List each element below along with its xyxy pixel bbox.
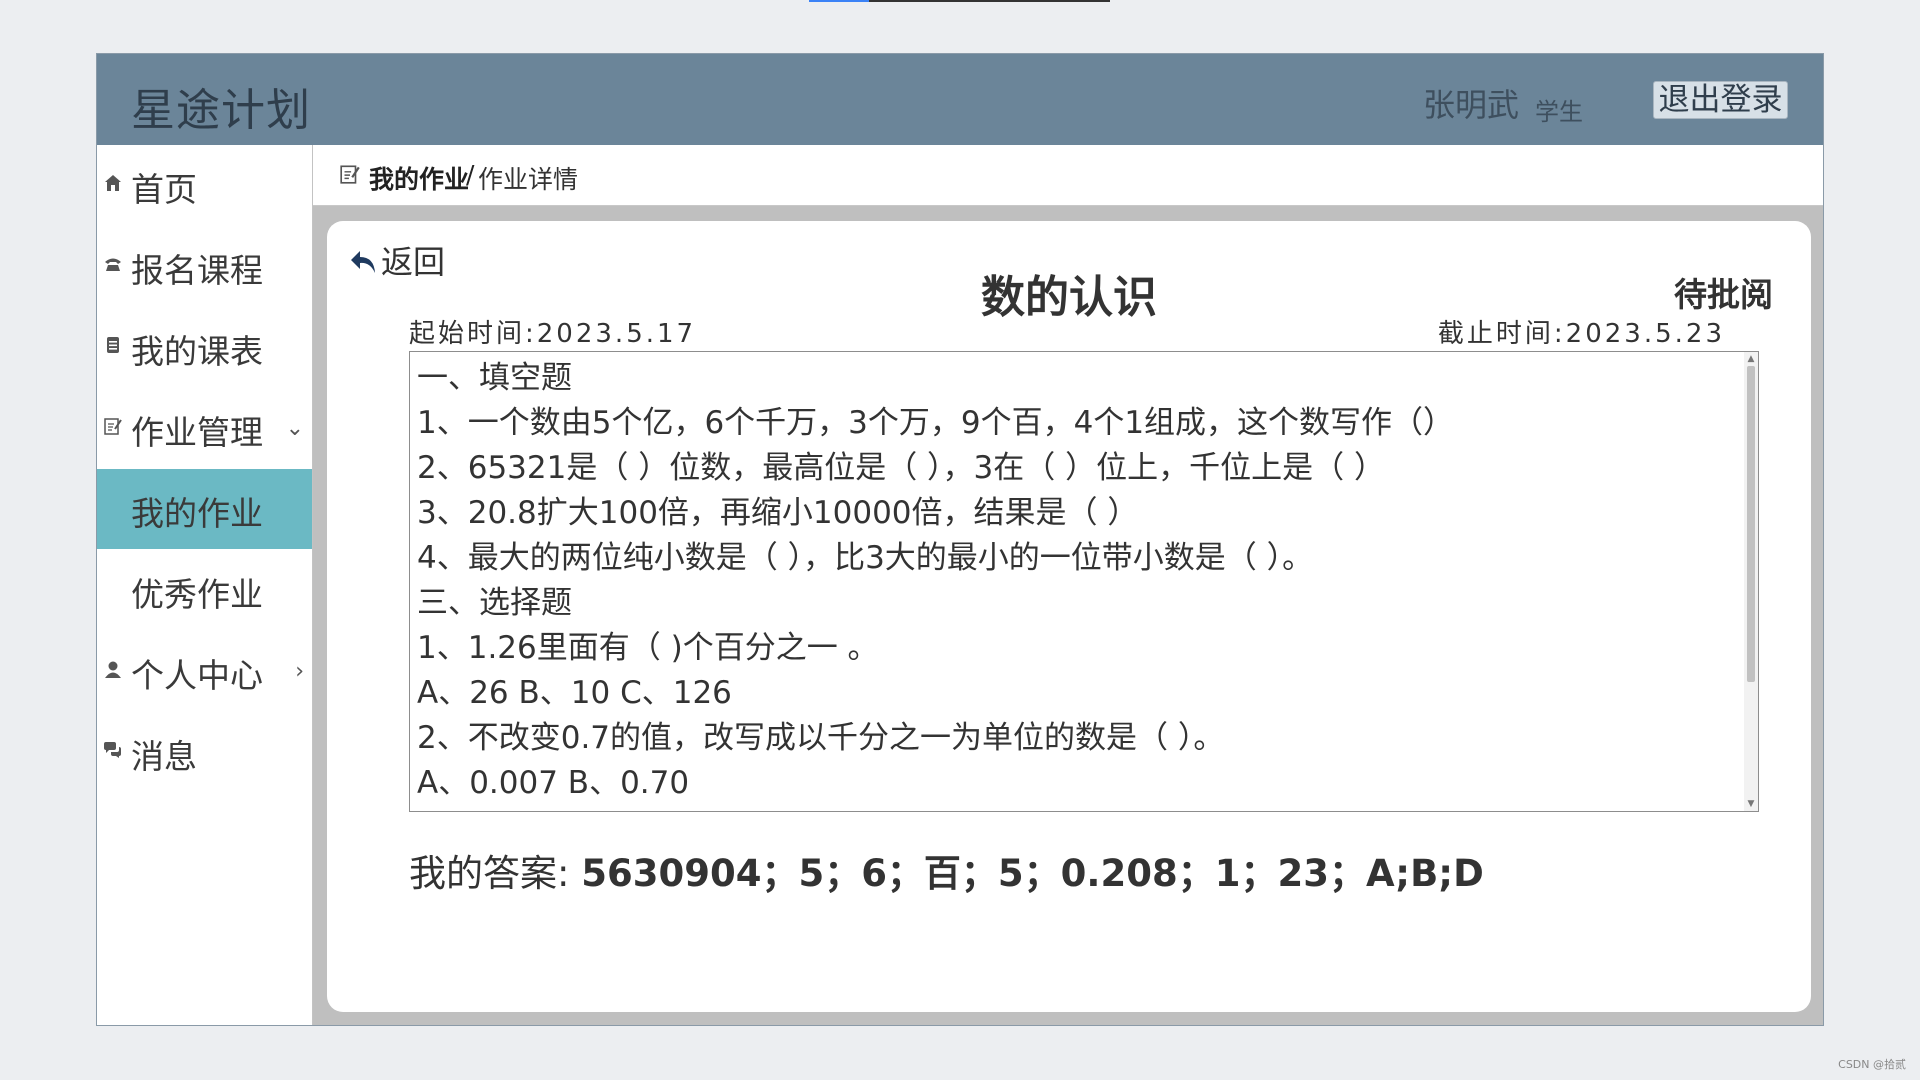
start-time: 起始时间:2023.5.17 [409,319,697,349]
question-line: 一、填空题 [417,360,572,396]
breadcrumb-separator: / [466,160,475,189]
list-icon [107,337,119,353]
scroll-down-icon[interactable]: ▼ [1744,799,1758,809]
sidebar-item-enroll-courses[interactable]: 报名课程 [97,226,312,306]
sidebar-item-label: 首页 [131,170,197,209]
question-line: 三、选择题 [417,585,572,621]
question-line: 1、1.26里面有（ )个百分之一 。 [417,630,879,666]
sidebar-item-label: 个人中心 [131,656,263,695]
sidebar-item-personal-center[interactable]: 个人中心 › [97,631,312,711]
end-time: 截止时间:2023.5.23 [1437,319,1725,349]
question-line: A、0.007 B、0.70 [417,765,690,801]
sidebar-item-messages[interactable]: 消息 [97,712,312,792]
my-answer: 我的答案: 5630904；5；6；百；5；0.208；1；23；A;B;D [409,843,1484,897]
breadcrumb-current: 作业详情 [478,165,579,194]
question-line: 3、20.8扩大100倍，再缩小10000倍，结果是（ ） [417,495,1139,531]
answer-label: 我的答案: [409,852,570,895]
scrollbar-thumb[interactable] [1747,366,1755,682]
sidebar-item-label: 消息 [131,737,197,776]
answer-value: 5630904；5；6；百；5；0.208；1；23；A;B;D [581,852,1484,895]
chat-icon [104,742,121,758]
user-name: 张明武 [1423,86,1520,124]
question-line: 1、一个数由5个亿，6个千万，3个万，9个百，4个1组成，这个数写作（） [417,405,1455,441]
page-top-progress-line [809,0,1110,2]
sidebar-item-label: 我的作业 [131,494,263,533]
question-line: 2、65321是（ ）位数，最高位是（ ），3在（ ）位上，千位上是（ ） [417,450,1385,486]
vertical-scrollbar[interactable]: ▲ ▼ [1744,352,1758,811]
phone-icon [105,258,121,271]
homework-detail-card: 返回 数的认识 待批阅 起始时间:2023.5.17 截止时间:2023.5.2… [327,221,1811,1012]
edit-icon [104,418,122,435]
sidebar-item-homework-management[interactable]: 作业管理 ⌄ [97,388,312,468]
sidebar-item-label: 报名课程 [131,251,263,290]
question-line: 4、最大的两位纯小数是（ ），比3大的最小的一位带小数是（ ）。 [417,540,1314,576]
sidebar-item-home[interactable]: 首页 [97,145,312,225]
status-badge: 待批阅 [1674,275,1773,314]
sidebar-item-excellent-homework[interactable]: 优秀作业 [97,550,312,630]
top-header: 星途计划 张明武 学生 退出登录 [97,54,1823,145]
sidebar-item-my-schedule[interactable]: 我的课表 [97,307,312,387]
brand-title: 星途计划 [131,85,311,136]
watermark: CSDN @拾贰 [1838,1058,1906,1071]
question-line: 2、不改变0.7的值，改写成以千分之一为单位的数是（ ）。 [417,720,1225,756]
scroll-up-icon[interactable]: ▲ [1744,354,1758,364]
user-role: 学生 [1535,98,1583,126]
sidebar-item-label: 我的课表 [131,332,263,371]
chevron-right-icon: › [295,659,304,684]
logout-button[interactable]: 退出登录 [1653,81,1788,119]
breadcrumb: 我的作业 / 作业详情 [313,145,1823,206]
question-line: A、26 B、10 C、126 [417,675,732,711]
sidebar-item-label: 优秀作业 [131,575,263,614]
app-window: 星途计划 张明武 学生 退出登录 首页 报名课程 我的课表 作业管理 ⌄ 我的作… [96,53,1824,1026]
edit-icon [340,165,360,184]
sidebar-nav: 首页 报名课程 我的课表 作业管理 ⌄ 我的作业 优秀作业 个人中心 › 消息 [97,145,313,1025]
breadcrumb-parent-link[interactable]: 我的作业 [369,160,469,196]
chevron-down-icon: ⌄ [285,416,304,441]
question-textarea[interactable]: 一、填空题 1、一个数由5个亿，6个千万，3个万，9个百，4个1组成，这个数写作… [409,351,1759,812]
sidebar-item-label: 作业管理 [131,413,263,452]
user-icon [105,661,121,678]
home-icon [105,175,121,191]
sidebar-item-my-homework[interactable]: 我的作业 [97,469,312,549]
